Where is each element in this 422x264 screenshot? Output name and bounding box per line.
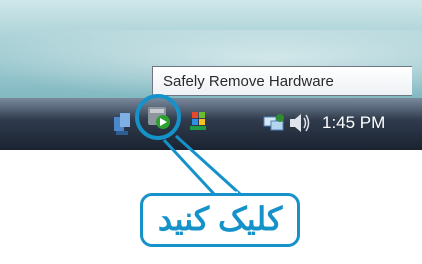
callout-label: کلیک کنید [140, 193, 300, 247]
callout-text: کلیک کنید [157, 201, 283, 237]
